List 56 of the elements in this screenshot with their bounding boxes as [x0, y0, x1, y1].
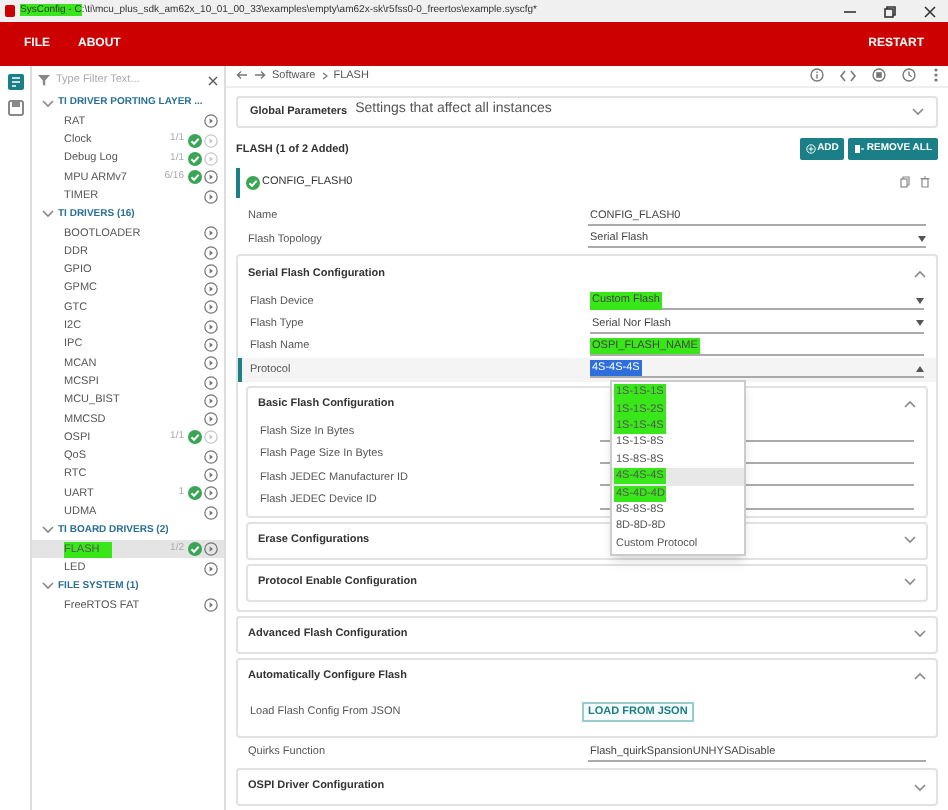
expand-icon[interactable]: [904, 536, 916, 545]
collapse-icon[interactable]: [904, 400, 916, 409]
add-icon[interactable]: [204, 319, 218, 334]
app-icon: [4, 4, 16, 18]
forward-arrow-icon[interactable]: [254, 70, 266, 81]
close-icon[interactable]: [208, 75, 218, 85]
expand-icon[interactable]: [914, 630, 926, 639]
restore-icon[interactable]: [884, 5, 896, 17]
code-icon[interactable]: [840, 69, 856, 82]
collapse-icon[interactable]: [914, 672, 926, 681]
add-icon[interactable]: [204, 449, 218, 464]
components-icon[interactable]: [7, 74, 23, 90]
info-icon[interactable]: [810, 68, 824, 83]
collapse-icon[interactable]: [42, 526, 54, 535]
collapse-icon[interactable]: [42, 210, 54, 219]
add-icon[interactable]: [204, 226, 218, 241]
add-icon[interactable]: [204, 505, 218, 520]
dropdown-arrow-icon: [916, 365, 924, 372]
add-icon[interactable]: [204, 598, 218, 613]
back-arrow-icon[interactable]: [236, 70, 248, 81]
add-circle-icon: [805, 144, 816, 155]
add-icon[interactable]: [204, 263, 218, 278]
add-icon[interactable]: [204, 561, 218, 576]
add-icon[interactable]: [204, 338, 218, 352]
collapse-icon[interactable]: [42, 582, 54, 591]
dropdown-arrow-icon: [916, 320, 924, 327]
expand-icon[interactable]: [912, 107, 924, 116]
add-icon[interactable]: [204, 189, 218, 204]
delete-icon[interactable]: [920, 176, 930, 189]
add-icon[interactable]: [204, 375, 218, 390]
expand-icon[interactable]: [914, 783, 926, 791]
remove-all-icon: [854, 144, 865, 155]
minimize-icon[interactable]: [844, 5, 856, 17]
history-icon[interactable]: [902, 68, 916, 83]
collapse-icon[interactable]: [42, 99, 54, 108]
add-icon[interactable]: [204, 282, 218, 297]
save-icon[interactable]: [7, 100, 23, 116]
close-icon[interactable]: [924, 5, 936, 17]
add-icon[interactable]: [204, 114, 218, 129]
add-icon[interactable]: [204, 542, 218, 557]
copy-icon[interactable]: [900, 176, 910, 189]
dropdown-arrow-icon: [918, 235, 926, 242]
filter-icon: [38, 74, 50, 86]
add-icon[interactable]: [204, 245, 218, 260]
breadcrumb-separator-icon: [321, 71, 328, 80]
add-icon[interactable]: [204, 170, 218, 185]
add-icon[interactable]: [204, 300, 218, 315]
collapse-icon[interactable]: [914, 269, 926, 278]
check-icon: [246, 175, 260, 190]
dropdown-arrow-icon: [916, 297, 924, 304]
add-icon[interactable]: [204, 356, 218, 371]
add-icon[interactable]: [204, 486, 218, 501]
add-icon[interactable]: [204, 412, 218, 427]
add-icon[interactable]: [204, 468, 218, 483]
add-icon[interactable]: [204, 393, 218, 408]
expand-icon[interactable]: [904, 578, 916, 587]
